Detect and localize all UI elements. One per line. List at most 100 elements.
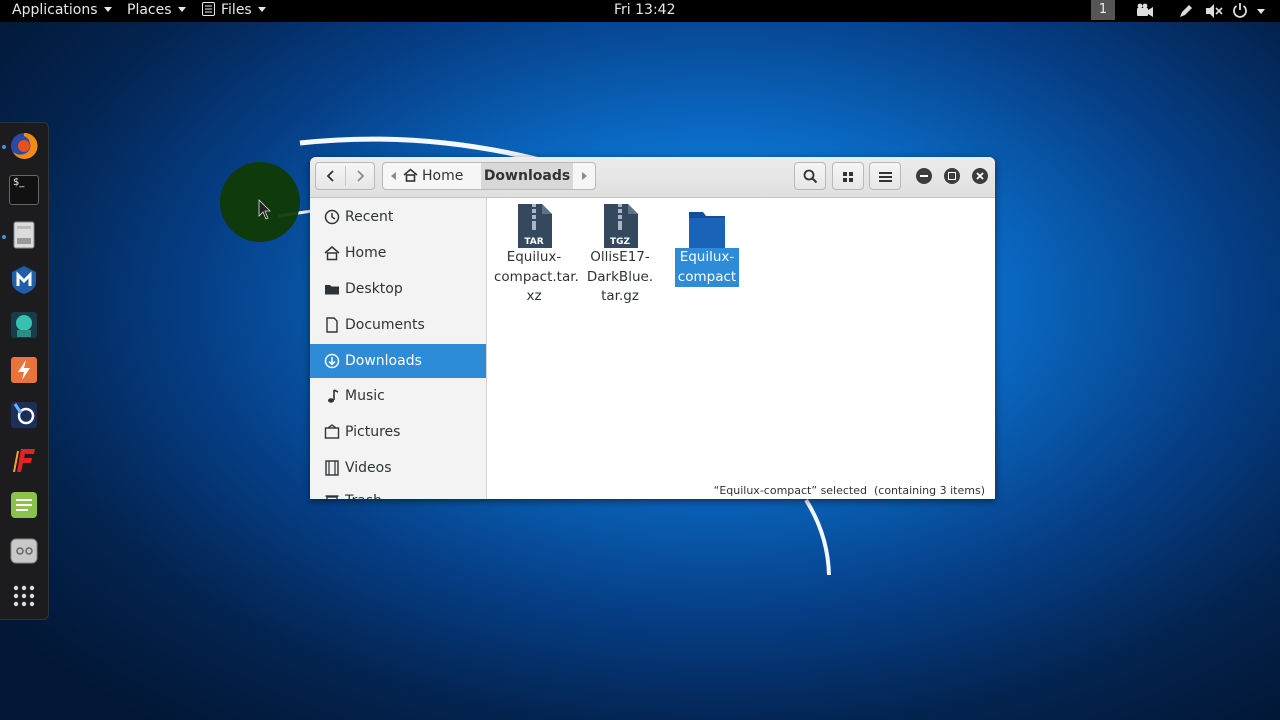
sidebar-item-label: Desktop	[345, 281, 403, 297]
minimize-icon	[920, 175, 928, 177]
breadcrumb-home-label: Home	[422, 168, 464, 184]
pen-icon[interactable]	[1178, 3, 1194, 25]
clock-icon	[324, 209, 340, 225]
sidebar-item-label: Trash	[345, 484, 382, 499]
chevron-down-icon	[177, 7, 186, 12]
chevron-down-icon	[257, 7, 266, 12]
file-name: Equilux- compact	[667, 248, 747, 287]
status-overlay: “Equilux-compact” selected (containing 3…	[713, 484, 985, 497]
menu-button[interactable]	[869, 162, 901, 190]
maximize-button[interactable]	[944, 168, 960, 184]
search-button[interactable]	[794, 162, 826, 190]
places-sidebar: Recent Home Desktop Documents Downloads …	[310, 198, 487, 499]
sidebar-item-label: Documents	[345, 317, 425, 333]
file-view[interactable]: TAR Equilux- compact.tar. xz TGZ OllisE1…	[487, 198, 995, 499]
file-name: OllisE17- DarkBlue. tar.gz	[580, 248, 660, 307]
archive-tar-icon: TAR	[518, 204, 552, 248]
file-name-line: xz	[526, 288, 542, 304]
trash-icon	[325, 495, 339, 499]
settings-icon[interactable]	[9, 536, 39, 566]
sidebar-item-label: Music	[345, 388, 385, 404]
burpsuite-icon[interactable]	[9, 355, 39, 385]
chevron-down-icon	[103, 7, 112, 12]
back-button[interactable]	[324, 169, 338, 183]
file-name-selected: Equilux- compact	[674, 248, 740, 287]
close-icon	[976, 172, 984, 180]
metasploit-icon[interactable]	[9, 265, 39, 295]
files-app-menu[interactable]: Files	[202, 0, 266, 22]
favorites-dock: $_	[0, 122, 49, 620]
sidebar-item-label: Pictures	[345, 424, 401, 440]
close-button[interactable]	[972, 168, 988, 184]
home-icon	[324, 246, 340, 261]
file-name-line: compact	[677, 268, 737, 285]
clock[interactable]: Fri 13:42	[614, 0, 675, 22]
file-name-line: compact.tar.	[494, 268, 579, 285]
files-window: Home Downloads Recent Home Desktop Docum…	[310, 157, 995, 499]
maximize-icon	[948, 172, 956, 180]
terminal-icon[interactable]: $_	[9, 175, 39, 205]
sidebar-item-desktop[interactable]: Desktop	[310, 272, 486, 306]
file-name-line: OllisE17-	[590, 249, 650, 265]
running-indicator	[2, 235, 6, 239]
file-manager-icon[interactable]	[9, 220, 39, 250]
breadcrumb-home[interactable]: Home	[403, 163, 463, 189]
path-scroll-right-icon[interactable]	[581, 171, 589, 181]
nav-buttons	[315, 162, 375, 190]
archive-tgz-icon: TGZ	[604, 204, 638, 248]
breadcrumb-current[interactable]: Downloads	[481, 163, 573, 189]
file-name-line: Equilux-	[506, 249, 562, 265]
firefox-icon[interactable]	[9, 131, 39, 161]
view-mode-button[interactable]	[832, 162, 864, 190]
applications-label: Applications	[12, 2, 98, 18]
minimize-button[interactable]	[916, 168, 932, 184]
chevron-down-icon[interactable]	[1257, 9, 1265, 14]
sidebar-item-label: Videos	[345, 460, 392, 476]
grid-icon	[843, 172, 853, 182]
download-icon	[324, 353, 340, 369]
faraday-icon[interactable]	[9, 445, 39, 475]
file-name-line: tar.gz	[601, 288, 639, 304]
volume-muted-icon[interactable]	[1205, 3, 1223, 25]
maltego-icon[interactable]	[9, 400, 39, 430]
music-icon	[328, 389, 339, 403]
path-scroll-left-icon[interactable]	[389, 171, 397, 181]
sidebar-item-recent[interactable]: Recent	[310, 200, 486, 234]
video-icon	[325, 460, 339, 476]
folder-icon	[325, 285, 339, 295]
applications-menu[interactable]: Applications	[12, 0, 112, 22]
running-indicator	[2, 145, 6, 149]
files-app-icon	[202, 2, 215, 16]
sidebar-item-trash[interactable]: Trash	[310, 484, 486, 499]
power-icon[interactable]	[1232, 2, 1248, 24]
top-panel: Applications Places Files Fri 13:42 1	[0, 0, 1280, 22]
search-icon	[803, 169, 818, 184]
pictures-icon	[324, 424, 340, 439]
sidebar-item-pictures[interactable]: Pictures	[310, 415, 486, 449]
header-bar: Home Downloads	[310, 157, 995, 198]
sidebar-item-label: Recent	[345, 209, 394, 225]
home-icon	[403, 168, 418, 182]
path-bar: Home Downloads	[382, 162, 596, 190]
archive-badge: TGZ	[610, 237, 631, 247]
document-icon	[326, 317, 338, 333]
sidebar-item-music[interactable]: Music	[310, 379, 486, 413]
show-apps-icon[interactable]	[9, 581, 39, 611]
sidebar-item-documents[interactable]: Documents	[310, 308, 486, 342]
workspace-indicator[interactable]: 1	[1091, 0, 1115, 20]
sidebar-item-label: Downloads	[345, 353, 422, 369]
armitage-icon[interactable]	[9, 310, 39, 340]
text-editor-icon[interactable]	[9, 490, 39, 520]
hamburger-icon	[879, 172, 892, 182]
video-camera-icon[interactable]	[1136, 3, 1154, 25]
sidebar-item-videos[interactable]: Videos	[310, 451, 486, 485]
places-menu[interactable]: Places	[127, 0, 186, 22]
sidebar-item-downloads[interactable]: Downloads	[310, 344, 486, 378]
archive-badge: TAR	[524, 237, 543, 247]
sidebar-item-home[interactable]: Home	[310, 236, 486, 270]
files-label: Files	[221, 2, 252, 18]
divider	[345, 166, 346, 186]
forward-button[interactable]	[353, 169, 367, 183]
file-name-line: Equilux-	[679, 249, 735, 265]
folder-icon	[689, 212, 725, 248]
